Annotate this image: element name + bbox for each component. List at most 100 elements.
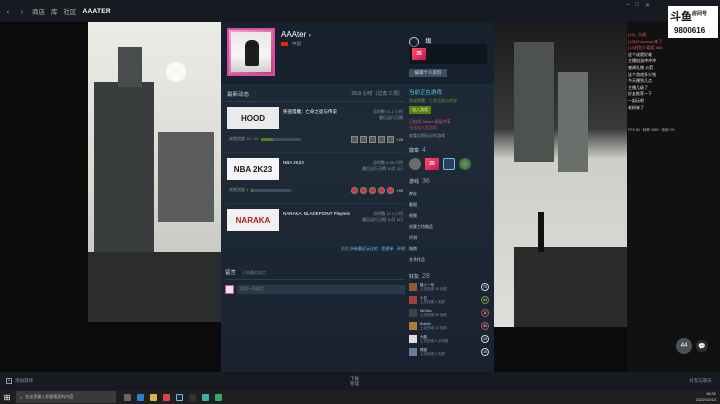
- more-achievements[interactable]: +90: [396, 188, 403, 193]
- achievement-icon[interactable]: [360, 135, 368, 143]
- viewer-count-badge[interactable]: 44: [676, 338, 692, 354]
- friend-row[interactable]: Bubble 上次在线 14 天前 30: [409, 319, 489, 332]
- badges-count: 4: [422, 147, 426, 154]
- achievement-icon[interactable]: [351, 186, 359, 194]
- friend-avatar: [409, 321, 417, 330]
- hidden-comments-link[interactable]: 已隐藏的留言: [242, 270, 266, 276]
- friend-row[interactable]: 路人一号 上次在线 10 天前 75: [409, 280, 489, 293]
- game-capsule-naraka[interactable]: NARAKA: [227, 209, 279, 231]
- join-game-button[interactable]: 加入游戏: [409, 106, 431, 114]
- achievement-icon[interactable]: [378, 135, 386, 143]
- explorer-icon[interactable]: [150, 393, 157, 401]
- chat-message: 主播加油冲冲冲: [628, 58, 656, 64]
- nav-store[interactable]: 商店: [32, 6, 45, 16]
- game-capsule-hood[interactable]: HOOD: [227, 107, 279, 129]
- achievement-icon[interactable]: [369, 135, 377, 143]
- downloads-button[interactable]: 下载 管理: [350, 376, 359, 386]
- link-workshop[interactable]: 创意工坊物品: [409, 221, 489, 232]
- recent-games-link[interactable]: 查看近期玩过的游戏: [409, 133, 489, 139]
- chat-message: [13]钱包小姐姐 666: [628, 45, 663, 51]
- featured-badge[interactable]: 25: [409, 44, 487, 64]
- edit-profile-button[interactable]: 编辑个人资料: [409, 69, 447, 77]
- badge-icon[interactable]: [459, 158, 471, 170]
- badge-icon[interactable]: [443, 158, 455, 170]
- chevron-down-icon[interactable]: ▾: [309, 33, 312, 39]
- friend-level: 44: [481, 295, 489, 304]
- system-tray-clock[interactable]: 16:31 2022/10/13: [696, 391, 716, 402]
- link-reviews[interactable]: 评测: [409, 232, 489, 243]
- achievement-icon[interactable]: [360, 186, 368, 194]
- badges-section-header[interactable]: 徽章 4: [409, 147, 489, 154]
- friend-status: 上次在线 10 天前: [420, 286, 447, 291]
- currently-playing-game[interactable]: 侠盗猎魔：亡命之徒与传说: [409, 98, 489, 104]
- add-game-label: 添加游戏: [15, 378, 33, 383]
- window-controls: – □ ✕: [626, 2, 650, 9]
- more-achievements[interactable]: +26: [396, 137, 403, 142]
- chat-message: [13]...大佬:: [628, 32, 648, 37]
- friend-row[interactable]: 大鹏 上次在线 3 小时前 19: [409, 332, 489, 345]
- badge-icon[interactable]: 25: [425, 158, 439, 170]
- achievement-icon[interactable]: [387, 135, 395, 143]
- game-name[interactable]: NBA 2K23: [283, 160, 304, 165]
- task-view-icon[interactable]: [124, 393, 131, 401]
- games-count: 36: [422, 178, 430, 185]
- recent-game-row[interactable]: HOOD 侠盗猎魔：亡命之徒与传说 总时数 31.1 小时 最后运行日期 成就进…: [225, 105, 405, 153]
- friend-avatar: [409, 308, 417, 317]
- link-artwork[interactable]: 艺术作品: [409, 254, 489, 265]
- games-section-header[interactable]: 游戏 36: [409, 178, 489, 185]
- recent-game-row[interactable]: NARAKA NARAKA: BLADEPOINT Playtest 总时数 1…: [225, 207, 405, 243]
- background-artwork-right: [494, 22, 627, 327]
- achievement-icon[interactable]: [378, 186, 386, 194]
- nav-library[interactable]: 库: [51, 6, 58, 16]
- avatar[interactable]: [227, 28, 275, 76]
- friend-row[interactable]: 橘猫 上次在线 2 天前 15: [409, 345, 489, 358]
- friend-avatar: [409, 334, 417, 343]
- chat-message: 今天播到几点: [628, 78, 652, 84]
- achievement-icon[interactable]: [387, 186, 395, 194]
- windows-start-icon[interactable]: ⊞: [0, 390, 14, 404]
- close-icon[interactable]: ✕: [645, 2, 650, 9]
- chrome-icon[interactable]: [163, 393, 170, 401]
- badge-icon: 25: [412, 48, 426, 60]
- friends-chat-button[interactable]: 好友与聊天: [690, 378, 713, 384]
- nav-profile[interactable]: AAATER: [83, 8, 111, 15]
- friend-row[interactable]: 小白 上次在线 1 天前 44: [409, 293, 489, 306]
- achievement-bar: [261, 137, 302, 141]
- back-icon[interactable]: ‹: [4, 7, 12, 16]
- comments-section: 留言 已隐藏的留言 添加一条留言: [225, 268, 405, 294]
- minimize-icon[interactable]: –: [626, 2, 629, 9]
- achievement-icon[interactable]: [369, 186, 377, 194]
- game-capsule-nba2k23[interactable]: NBA 2K23: [227, 158, 279, 180]
- link-inventory[interactable]: 库存: [409, 188, 489, 199]
- footer-links[interactable]: 所有最近玩过的 · 愿望单 · 评测: [350, 246, 405, 251]
- recent-activity-header: 最新动态 28.8 小时（过去 2 周）: [225, 88, 405, 102]
- forward-icon[interactable]: ›: [18, 7, 26, 16]
- achievement-icon[interactable]: [351, 135, 359, 143]
- badge-icon[interactable]: [409, 158, 421, 170]
- comment-input[interactable]: 添加一条留言: [237, 284, 405, 294]
- obs-icon[interactable]: [189, 393, 196, 401]
- link-guides[interactable]: 指南: [409, 243, 489, 254]
- clock-date: 2022/10/13: [695, 396, 716, 402]
- profile-links: 库存 截图 视频 创意工坊物品 评测 指南 艺术作品: [409, 188, 489, 265]
- game-name[interactable]: 侠盗猎魔：亡命之徒与传说: [283, 109, 337, 115]
- maximize-icon[interactable]: □: [635, 2, 639, 9]
- app-icon[interactable]: [215, 393, 222, 401]
- edge-icon[interactable]: [137, 393, 144, 401]
- friend-row[interactable]: NiGhtw 上次在线 25 天前 11: [409, 306, 489, 319]
- recent-game-row[interactable]: NBA 2K23 NBA 2K23 总时数 4.98 小时 最后运行日期 10月…: [225, 156, 405, 204]
- steam-icon[interactable]: [176, 393, 183, 401]
- taskbar-search[interactable]: ⌕ 在这里输入你要搜索的内容: [16, 391, 116, 403]
- achievement-progress: 成就进度 10 / 34 +26: [229, 135, 403, 143]
- add-game-button[interactable]: + 添加游戏: [6, 378, 33, 384]
- games-label: 游戏: [409, 179, 420, 185]
- nav-community[interactable]: 社区: [64, 6, 77, 16]
- profile-name[interactable]: AAAter ▾: [281, 30, 311, 39]
- game-name[interactable]: NARAKA: BLADEPOINT Playtest: [283, 211, 350, 216]
- app-icon[interactable]: [202, 393, 209, 401]
- chat-message: 好友推荐一下: [628, 91, 652, 97]
- chat-bubble-icon[interactable]: 💬: [696, 340, 708, 352]
- link-videos[interactable]: 视频: [409, 210, 489, 221]
- link-screenshots[interactable]: 截图: [409, 199, 489, 210]
- friends-section-header[interactable]: 好友 28: [409, 273, 489, 280]
